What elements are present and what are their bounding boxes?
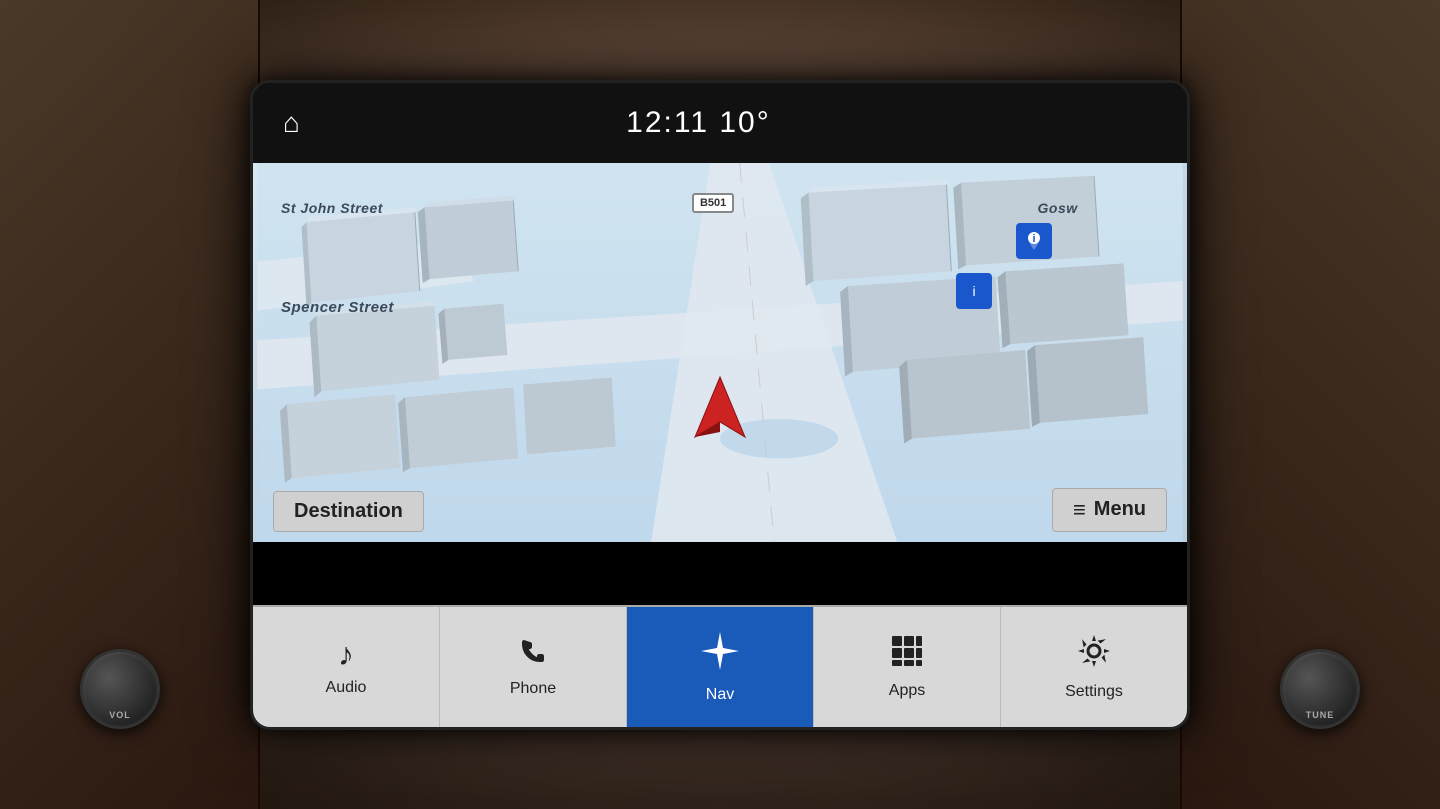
phone-icon: [518, 636, 548, 674]
street-label-gosw: Gosw: [1038, 200, 1078, 216]
menu-label: Menu: [1094, 498, 1146, 521]
apps-label: Apps: [889, 682, 925, 700]
svg-text:i: i: [1032, 233, 1035, 245]
menu-icon: ≡: [1073, 497, 1086, 523]
audio-icon: ♪: [338, 636, 354, 673]
nav-item-nav[interactable]: Nav: [627, 607, 814, 727]
nav-item-phone[interactable]: Phone: [440, 607, 627, 727]
infotainment-screen: ⌂ 12:11 10°: [250, 80, 1190, 730]
bottom-nav: ♪ Audio Phone Nav: [253, 607, 1187, 727]
nav-label: Nav: [706, 686, 734, 704]
settings-label: Settings: [1065, 683, 1123, 701]
vol-knob[interactable]: VOL: [80, 649, 160, 729]
map-view[interactable]: St John Street Spencer Street Gosw B501 …: [253, 163, 1187, 542]
menu-button[interactable]: ≡ Menu: [1052, 488, 1167, 532]
nav-icon: [699, 630, 741, 680]
audio-label: Audio: [326, 679, 367, 697]
time-temperature: 12:11 10°: [626, 106, 771, 140]
nav-item-settings[interactable]: Settings: [1001, 607, 1187, 727]
top-bar: ⌂ 12:11 10°: [253, 83, 1187, 163]
road-sign-b501: B501: [692, 193, 734, 213]
settings-icon: [1076, 633, 1112, 677]
street-label-spencer: Spencer Street: [281, 299, 394, 316]
navigation-arrow: [690, 372, 750, 447]
tune-label: TUNE: [1306, 710, 1335, 720]
apps-icon: [890, 634, 924, 676]
map-svg: [253, 163, 1187, 542]
tune-knob[interactable]: TUNE: [1280, 649, 1360, 729]
poi-marker-2: i: [956, 273, 992, 309]
nav-item-apps[interactable]: Apps: [814, 607, 1001, 727]
svg-text:i: i: [972, 283, 975, 299]
destination-button[interactable]: Destination: [273, 491, 424, 532]
phone-label: Phone: [510, 680, 556, 698]
nav-item-audio[interactable]: ♪ Audio: [253, 607, 440, 727]
vol-label: VOL: [109, 710, 131, 720]
home-icon[interactable]: ⌂: [283, 107, 300, 139]
street-label-st-john: St John Street: [281, 200, 383, 216]
poi-marker-1: i: [1016, 223, 1052, 259]
